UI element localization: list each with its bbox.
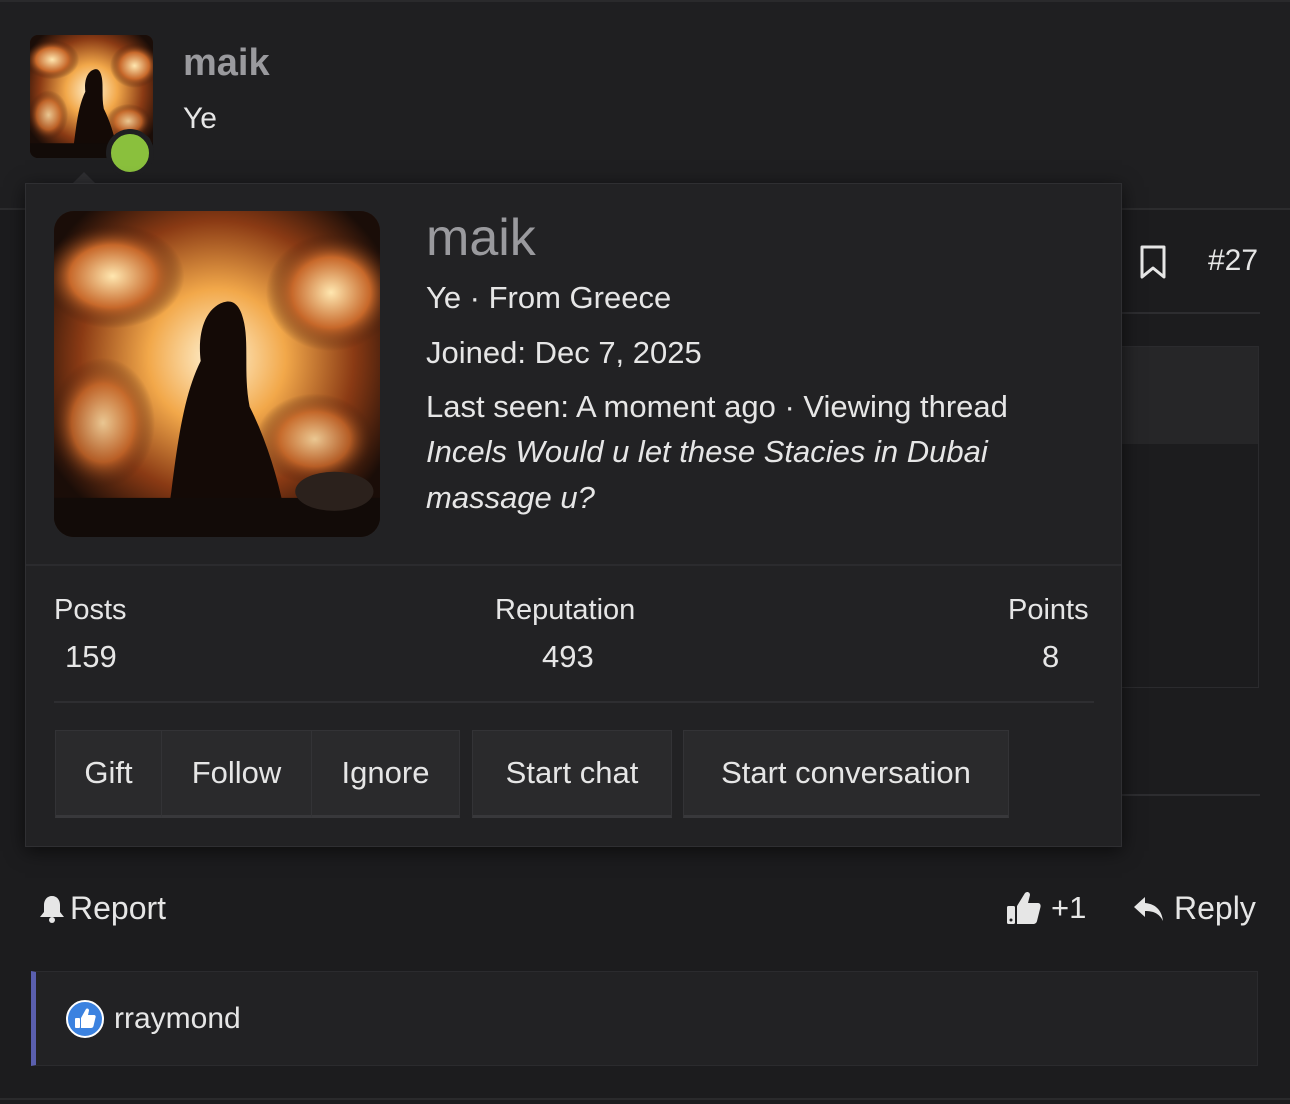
member-avatar-large[interactable]	[54, 211, 380, 537]
stats-divider	[26, 564, 1121, 566]
post-user-title: Ye	[183, 102, 217, 135]
like-count: +1	[1051, 890, 1087, 925]
stat-points-label: Points	[1008, 594, 1089, 626]
stat-points-value[interactable]: 8	[1042, 639, 1059, 675]
divider	[1120, 794, 1260, 796]
member-name[interactable]: maik	[426, 208, 536, 268]
post-username[interactable]: maik	[183, 42, 270, 85]
reaction-users-link[interactable]: rraymond	[114, 1002, 241, 1036]
member-last-seen: Last seen: A moment ago · Viewing thread	[426, 389, 1008, 424]
report-label: Report	[70, 890, 167, 926]
stat-posts-value[interactable]: 159	[65, 639, 117, 675]
member-title-location: Ye · From Greece	[426, 280, 672, 315]
start-chat-button[interactable]: Start chat	[472, 730, 672, 818]
start-conversation-button[interactable]: Start conversation	[683, 730, 1009, 818]
buttons-divider	[54, 701, 1094, 703]
reply-button[interactable]: Reply	[1132, 890, 1256, 927]
reply-icon	[1134, 896, 1163, 921]
stat-reputation-value: 493	[542, 639, 594, 674]
thumbs-up-icon	[1007, 891, 1041, 924]
ignore-button[interactable]: Ignore	[311, 730, 460, 818]
gift-button[interactable]: Gift	[55, 730, 162, 818]
member-joined: Joined: Dec 7, 2025	[426, 335, 702, 370]
viewing-thread-link[interactable]: Incels Would u let these Stacies in Duba…	[426, 434, 988, 470]
follow-button[interactable]: Follow	[161, 730, 312, 818]
bell-icon	[40, 895, 64, 923]
online-status-icon	[106, 129, 154, 177]
post-content-header	[1120, 347, 1258, 444]
viewing-thread-link-cont[interactable]: massage u?	[426, 480, 595, 516]
stat-posts-label: Posts	[54, 594, 127, 626]
like-button[interactable]: +1	[1005, 890, 1086, 926]
post-number-link[interactable]: #27	[1208, 244, 1258, 278]
report-link[interactable]: Report	[38, 890, 166, 927]
stat-reputation-label: Reputation	[495, 594, 636, 626]
bookmark-icon[interactable]	[1136, 244, 1170, 280]
reactions-bar[interactable]: rraymond	[31, 971, 1258, 1066]
divider	[1120, 312, 1260, 314]
thumbs-up-icon	[66, 1000, 104, 1038]
member-tooltip: maik Ye · From Greece Joined: Dec 7, 202…	[25, 183, 1122, 847]
bottom-divider	[0, 1098, 1290, 1100]
reply-label: Reply	[1174, 890, 1256, 926]
